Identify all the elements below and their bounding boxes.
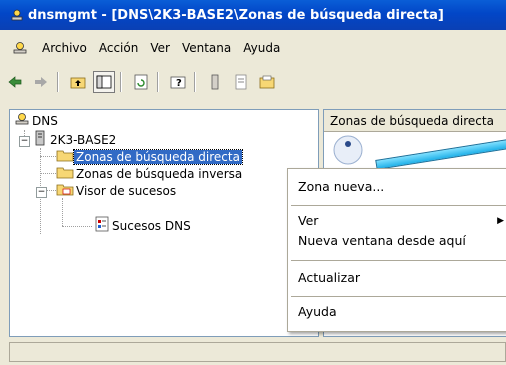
refresh-icon[interactable] (130, 71, 152, 93)
menu-ventana[interactable]: Ventana (182, 41, 231, 55)
tree-item-server[interactable]: 2K3-BASE2 (32, 130, 118, 149)
dns-app-icon (10, 8, 24, 22)
server-icon[interactable] (204, 71, 226, 93)
help-icon[interactable]: ? (167, 71, 189, 93)
tree-label-reverse-zones: Zonas de búsqueda inversa (76, 166, 243, 181)
menu-item-new-window[interactable]: Nueva ventana desde aquí (298, 233, 466, 248)
svg-text:?: ? (176, 78, 182, 89)
window-title: dnsmgmt - [DNS\2K3-BASE2\Zonas de búsque… (28, 7, 444, 23)
tree-item-forward-zones[interactable]: Zonas de búsqueda directa (56, 148, 243, 165)
menu-accion[interactable]: Acción (99, 41, 138, 55)
tree-item-event-viewer[interactable]: Visor de sucesos (56, 182, 178, 199)
tree-label-dns-events: Sucesos DNS (112, 218, 191, 233)
tree-label-dns: DNS (32, 113, 58, 128)
menu-separator (291, 260, 506, 261)
toolbar: ? (0, 68, 506, 96)
tree-item-dns[interactable]: DNS (14, 112, 60, 129)
tree-label-forward-zones: Zonas de búsqueda directa (73, 148, 243, 165)
tree-item-reverse-zones[interactable]: Zonas de búsqueda inversa (56, 165, 244, 182)
list-view-icon[interactable] (230, 71, 252, 93)
toolbar-separator (157, 72, 158, 92)
back-arrow-icon[interactable] (4, 71, 26, 93)
menu-separator (291, 205, 506, 206)
dns-menu-icon[interactable] (12, 40, 30, 56)
tree-item-dns-events[interactable]: Sucesos DNS (94, 216, 193, 235)
event-log-icon (94, 216, 110, 235)
submenu-arrow-icon: ▶ (497, 216, 504, 226)
info-graphic-icon (328, 130, 368, 166)
event-viewer-icon (56, 181, 74, 200)
menu-archivo[interactable]: Archivo (42, 41, 87, 55)
context-menu: Zona nueva... Ver ▶ Nueva ventana desde … (287, 168, 506, 332)
menu-ayuda[interactable]: Ayuda (243, 41, 280, 55)
console-tree[interactable]: DNS − 2K3-BASE2 Zonas de búsqueda direct… (9, 109, 319, 337)
menu-bar: Archivo Acción Ver Ventana Ayuda (0, 36, 506, 60)
menu-ver[interactable]: Ver (150, 41, 170, 55)
collapse-events-icon[interactable]: − (36, 187, 47, 198)
tree-label-server: 2K3-BASE2 (50, 132, 117, 147)
menu-item-refresh[interactable]: Actualizar (298, 270, 360, 285)
up-folder-icon[interactable] (67, 71, 89, 93)
menu-item-new-zone[interactable]: Zona nueva... (298, 179, 384, 194)
server-icon (32, 130, 48, 149)
title-bar[interactable]: dnsmgmt - [DNS\2K3-BASE2\Zonas de búsque… (0, 0, 506, 30)
toolbar-separator (194, 72, 195, 92)
properties-icon[interactable] (256, 71, 278, 93)
menu-item-view[interactable]: Ver (298, 213, 318, 228)
forward-arrow-icon[interactable] (30, 71, 52, 93)
status-bar (9, 342, 506, 362)
menu-separator (291, 296, 506, 297)
toolbar-separator (57, 72, 58, 92)
collapse-server-icon[interactable]: − (19, 136, 30, 147)
show-hide-tree-icon[interactable] (93, 71, 115, 93)
column-header[interactable]: Zonas de búsqueda directa (324, 110, 506, 132)
menu-item-help[interactable]: Ayuda (298, 304, 337, 319)
toolbar-separator (120, 72, 121, 92)
dns-icon (14, 111, 30, 130)
tree-label-event-viewer: Visor de sucesos (76, 183, 177, 198)
